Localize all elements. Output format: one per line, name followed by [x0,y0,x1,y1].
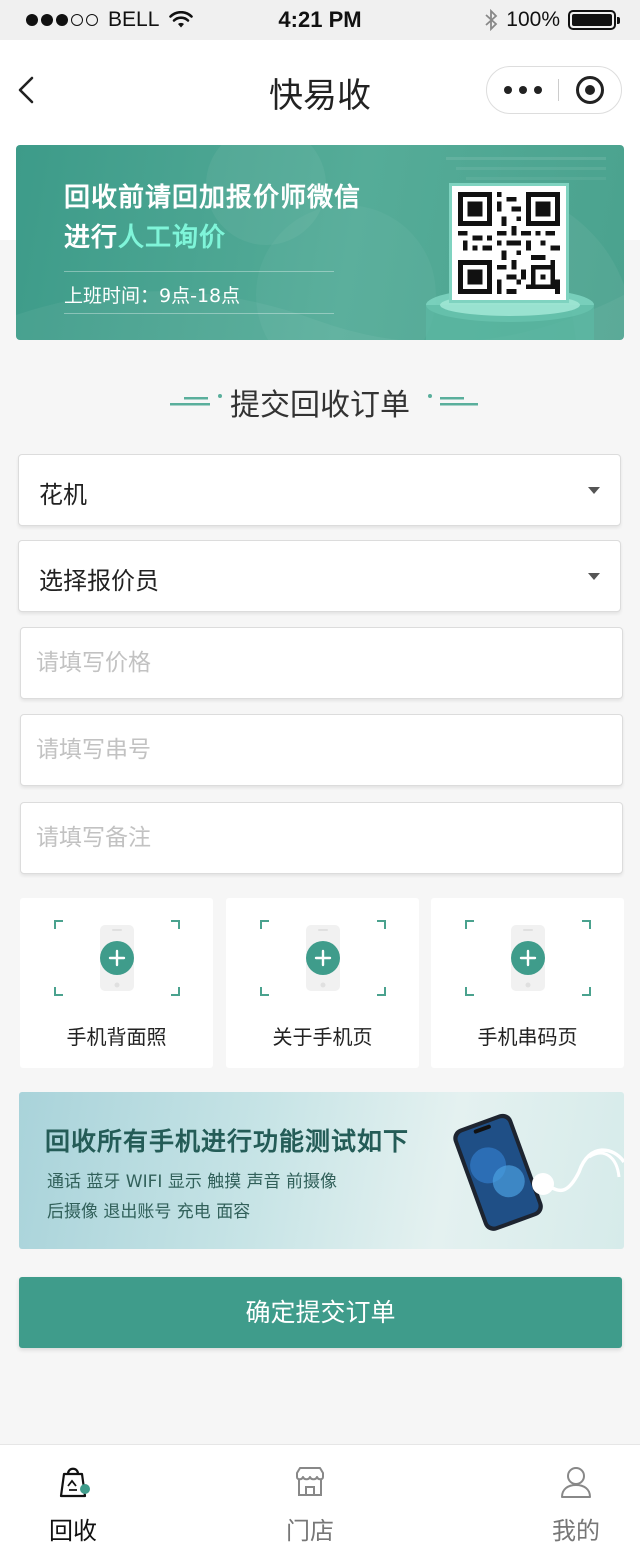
bluetooth-icon [485,9,498,31]
quoter-value: 选择报价员 [39,567,159,595]
upload-label: 手机背面照 [66,1025,167,1049]
banner-divider [64,271,334,272]
category-value: 花机 [39,481,87,509]
tab-label: 回收 [49,1517,97,1545]
phone-charging-illustration [453,1113,624,1231]
qr-code-image[interactable] [449,183,569,303]
status-bar: BELL 4:21 PM 100% [0,0,640,40]
category-select[interactable]: 花机 [18,454,621,526]
tab-label: 门店 [286,1517,334,1545]
price-input[interactable] [21,628,622,698]
section-title: 提交回收订单 [230,388,410,423]
upload-label: 关于手机页 [272,1025,373,1049]
serial-field[interactable] [20,714,623,786]
quoter-select[interactable]: 选择报价员 [18,540,621,612]
upload-back-photo[interactable]: 手机背面照 [20,898,213,1068]
add-photo-icon [54,920,180,996]
battery-icon [568,10,620,30]
wechat-quote-banner: 回收前请回加报价师微信 进行人工询价 上班时间：9点-18点 [16,145,624,340]
title-decoration-right [428,394,478,406]
tab-bar: 回收 门店 我的 [0,1444,640,1560]
nav-bar: 快易收 [0,40,640,140]
tab-label: 我的 [552,1517,600,1545]
working-hours: 上班时间：9点-18点 [64,285,241,307]
serial-input[interactable] [21,715,622,785]
price-field[interactable] [20,627,623,699]
tab-recycle[interactable]: 回收 [13,1445,133,1560]
banner-highlight: 人工询价 [118,223,227,253]
add-photo-icon [465,920,591,996]
battery-percent: 100% [506,8,560,31]
dropdown-arrow-icon [588,487,600,494]
test-items-line1: 通话 蓝牙 WIFI 显示 触摸 声音 前摄像 [47,1172,338,1192]
section-header: 提交回收订单 [0,378,640,423]
miniprogram-capsule [486,66,622,114]
close-miniprogram-icon[interactable] [559,76,621,104]
status-right: 100% [484,8,620,32]
upload-about-phone[interactable]: 关于手机页 [226,898,419,1068]
submit-order-button[interactable]: 确定提交订单 [19,1277,622,1348]
add-photo-icon [260,920,386,996]
tab-mine[interactable]: 我的 [516,1445,636,1560]
banner-headline: 回收前请回加报价师微信 [64,183,362,213]
store-icon [296,1467,324,1496]
test-items-line2: 后摄像 退出账号 充电 面容 [47,1202,251,1222]
banner-subheadline: 进行人工询价 [64,223,227,253]
tab-store[interactable]: 门店 [250,1445,370,1560]
function-test-banner: 回收所有手机进行功能测试如下 通话 蓝牙 WIFI 显示 触摸 声音 前摄像 后… [19,1092,624,1249]
test-banner-title: 回收所有手机进行功能测试如下 [45,1127,410,1156]
note-input[interactable] [21,803,622,873]
dropdown-arrow-icon [588,573,600,580]
upload-imei-page[interactable]: 手机串码页 [431,898,624,1068]
upload-label: 手机串码页 [477,1025,578,1049]
qr-code-icon [458,192,560,294]
note-field[interactable] [20,802,623,874]
user-icon [561,1467,591,1498]
banner-divider-bottom [64,313,334,314]
more-dots-icon[interactable] [487,86,558,94]
recycle-bag-icon [59,1467,90,1498]
